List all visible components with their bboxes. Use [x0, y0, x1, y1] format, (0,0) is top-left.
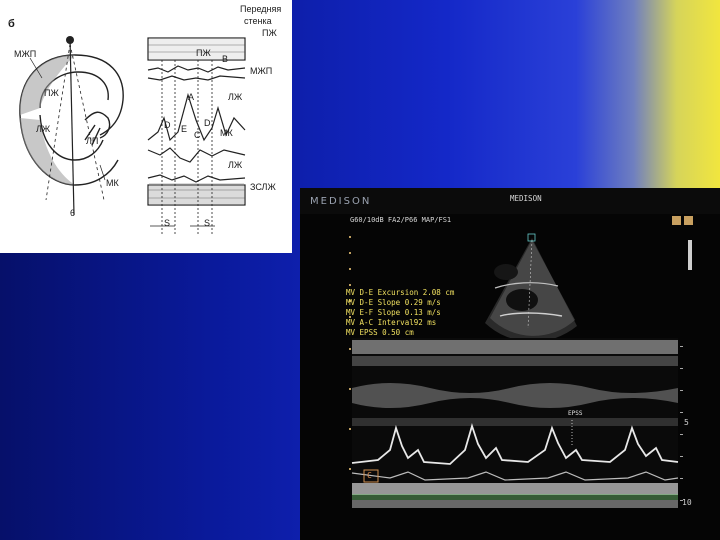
label-d1: D: [164, 120, 171, 130]
label-lp: ЛП: [86, 136, 99, 146]
mmode-diagram-panel: б МЖП ПЖ ЛЖ ЛП МК 6 Передняя стенка ПЖ П…: [0, 0, 292, 253]
probe-dot: [66, 36, 74, 44]
label-s1: S: [164, 218, 171, 228]
ultrasound-screen: MEDISON MEDISON G60/10dB FA2/P66 MAP/FS1…: [300, 188, 720, 540]
label-mzhp-right: МЖП: [250, 66, 273, 76]
label-zslzh: ЗСЛЖ: [250, 182, 276, 192]
label-a: A: [188, 92, 195, 102]
measurement-de-excursion: MV D-E Excursion 2.08 cm: [346, 288, 455, 297]
ultrasound-image: [300, 188, 720, 508]
label-e: E: [181, 124, 188, 134]
label-lzh-right-2: ЛЖ: [228, 160, 243, 170]
label-mk: МК: [106, 178, 119, 188]
probe-beam-line: [69, 37, 75, 216]
lvpw-endocardium: [147, 174, 246, 183]
ivs-line-bottom: [147, 75, 246, 81]
label-d2: D: [204, 118, 211, 128]
panel-label: б: [8, 18, 15, 30]
label-mzhp: МЖП: [14, 49, 37, 59]
label-front-wall-3: ПЖ: [262, 28, 277, 38]
label-front-wall-2: стенка: [244, 16, 272, 26]
measurements-list: MV D-E Excursion 2.08 cm MV D-E Slope 0.…: [346, 288, 454, 338]
label-pzh: ПЖ: [44, 88, 59, 98]
depth-scale-10: 10: [682, 498, 692, 507]
ivs-line-top: [147, 65, 246, 73]
label-six: 6: [70, 208, 76, 218]
header-params: G60/10dB FA2/P66 MAP/FS1: [350, 216, 452, 224]
depth-scale-5: 5: [684, 418, 689, 427]
label-pzh-right: ПЖ: [196, 48, 211, 58]
label-v: В: [222, 54, 229, 64]
measurement-epss: MV EPSS 0.50 cm: [346, 328, 414, 337]
label-lzh-right-1: ЛЖ: [228, 92, 243, 102]
header-center: MEDISON: [510, 194, 542, 203]
label-s2: S: [204, 218, 211, 228]
label-mk-right: МК: [220, 128, 233, 138]
brand-logo: MEDISON: [310, 196, 372, 207]
measurement-ac-interval: MV A-C Interval92 ms: [346, 318, 437, 327]
label-lzh: ЛЖ: [36, 124, 51, 134]
measurement-ef-slope: MV E-F Slope 0.13 m/s: [346, 308, 441, 317]
epss-label: EPSS: [568, 410, 583, 417]
label-front-wall: Передняя: [240, 4, 282, 14]
measurement-de-slope: MV D-E Slope 0.29 m/s: [346, 298, 441, 307]
marker-c: C: [367, 471, 372, 480]
label-c: C: [194, 130, 201, 140]
